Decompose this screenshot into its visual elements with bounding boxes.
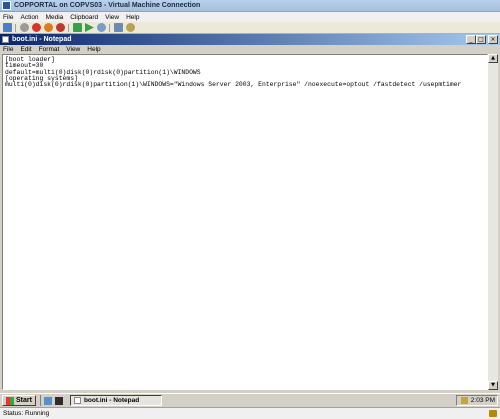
minimize-button[interactable]: _: [466, 35, 476, 44]
network-icon[interactable]: [460, 397, 468, 404]
close-button[interactable]: ×: [488, 35, 498, 44]
clock[interactable]: 2:03 PM: [471, 397, 495, 404]
start-icon[interactable]: [85, 23, 94, 32]
vm-menu-clipboard[interactable]: Clipboard: [70, 14, 98, 21]
vm-menu-help[interactable]: Help: [126, 14, 139, 21]
notepad-text-area[interactable]: [boot loader] timeout=30 default=multi(0…: [2, 54, 488, 390]
shutdown-icon[interactable]: [32, 23, 41, 32]
vm-menu-action[interactable]: Action: [20, 14, 38, 21]
vm-toolbar: [0, 22, 500, 34]
revert-icon[interactable]: [126, 23, 135, 32]
vm-menu-view[interactable]: View: [105, 14, 119, 21]
taskbar: Start boot.ini - Notepad 2:03 PM: [0, 393, 500, 407]
taskbar-button-label: boot.ini - Notepad: [83, 397, 140, 404]
maximize-button[interactable]: □: [476, 35, 486, 44]
show-desktop-icon[interactable]: [43, 396, 52, 405]
command-prompt-icon[interactable]: [54, 396, 63, 405]
toolbar-separator: [15, 23, 16, 32]
taskbar-button-notepad[interactable]: boot.ini - Notepad: [69, 395, 162, 406]
notepad-window: boot.ini - Notepad _ □ × File Edit Forma…: [0, 34, 500, 393]
save-icon[interactable]: [44, 23, 53, 32]
notepad-menu-view[interactable]: View: [66, 46, 80, 53]
vertical-scrollbar[interactable]: ▲ ▼: [488, 54, 498, 390]
vm-connection-icon: [2, 1, 11, 10]
status-text: Status: Running: [3, 410, 50, 417]
toolbar-separator: [68, 23, 69, 32]
notepad-icon: [73, 397, 81, 404]
notepad-menu-file[interactable]: File: [3, 46, 13, 53]
notepad-menu-help[interactable]: Help: [87, 46, 100, 53]
turn-off-icon[interactable]: [20, 23, 29, 32]
power-icon[interactable]: [56, 23, 65, 32]
start-button[interactable]: Start: [2, 395, 36, 406]
ctrl-alt-del-icon[interactable]: [3, 23, 12, 32]
boot-ini-content[interactable]: [boot loader] timeout=30 default=multi(0…: [5, 56, 485, 88]
notepad-title: boot.ini - Notepad: [12, 36, 72, 43]
notepad-menu-format[interactable]: Format: [39, 46, 60, 53]
lock-icon: [489, 410, 497, 417]
scroll-down-icon[interactable]: ▼: [488, 381, 498, 390]
start-label: Start: [16, 397, 32, 404]
snapshot-icon[interactable]: [114, 23, 123, 32]
vm-window-titlebar: COPPORTAL on COPVS03 - Virtual Machine C…: [0, 0, 500, 12]
notepad-menubar: File Edit Format View Help: [0, 45, 500, 54]
quick-launch: [39, 395, 66, 406]
notepad-titlebar[interactable]: boot.ini - Notepad: [0, 34, 500, 45]
system-tray: 2:03 PM: [456, 395, 498, 406]
vm-menu-media[interactable]: Media: [46, 14, 64, 21]
scroll-up-icon[interactable]: ▲: [488, 54, 498, 63]
vm-menu-file[interactable]: File: [3, 14, 13, 21]
windows-logo-icon: [6, 396, 14, 405]
toolbar-separator: [109, 23, 110, 32]
vm-window-title: COPPORTAL on COPVS03 - Virtual Machine C…: [14, 2, 201, 9]
status-bar: Status: Running: [0, 407, 500, 419]
vm-menubar: File Action Media Clipboard View Help: [0, 12, 500, 22]
notepad-menu-edit[interactable]: Edit: [20, 46, 31, 53]
reset-icon[interactable]: [97, 23, 106, 32]
pause-icon[interactable]: [73, 23, 82, 32]
notepad-icon: [2, 36, 9, 43]
